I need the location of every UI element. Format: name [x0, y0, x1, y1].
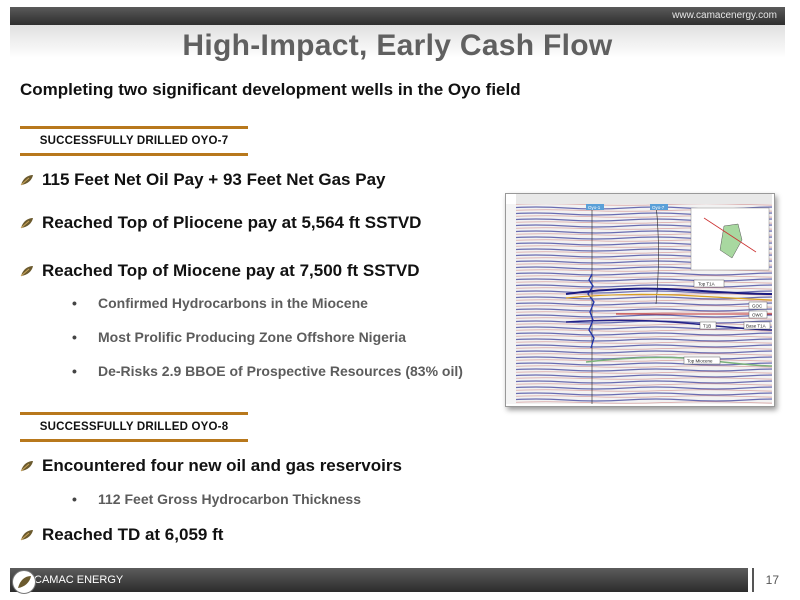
bullet-text: Reached Top of Miocene pay at 7,500 ft S…	[42, 261, 420, 280]
horizon-label: Top T1A	[698, 282, 715, 287]
sub-bullet-text: Confirmed Hydrocarbons in the Miocene	[98, 295, 368, 311]
top-bar: www.camacenergy.com	[10, 7, 785, 25]
well-label: Oyo-1	[588, 205, 601, 210]
leaf-bullet-icon	[20, 461, 33, 472]
footer-bar: CAMAC ENERGY	[10, 568, 748, 592]
bullet-item: Reached Top of Miocene pay at 7,500 ft S…	[20, 261, 420, 281]
page-number-box: 17	[752, 568, 787, 592]
slide-subtitle: Completing two significant development w…	[20, 80, 521, 99]
sub-bullet-text: Most Prolific Producing Zone Offshore Ni…	[98, 329, 407, 345]
horizon-label: Top Miocene	[687, 359, 713, 364]
sub-bullet-item: • Confirmed Hydrocarbons in the Miocene	[72, 294, 472, 312]
well-label: Oyo-7	[652, 205, 665, 210]
website-url: www.camacenergy.com	[672, 10, 777, 21]
dot-bullet-icon: •	[72, 295, 77, 311]
leaf-bullet-icon	[20, 175, 33, 186]
section-label-oyo8: SUCCESSFULLY DRILLED OYO-8	[20, 412, 248, 442]
dot-bullet-icon: •	[72, 491, 77, 507]
sub-bullet-item: • 112 Feet Gross Hydrocarbon Thickness	[72, 490, 472, 508]
bullet-item: Reached TD at 6,059 ft	[20, 525, 223, 545]
leaf-bullet-icon	[20, 266, 33, 277]
dot-bullet-icon: •	[72, 363, 77, 379]
camac-logo-icon	[12, 570, 36, 594]
slide-title: High-Impact, Early Cash Flow	[182, 29, 613, 62]
seismic-section-image: Oyo-1 Oyo-7 Top T1A GOC OWC T1B Base T1A…	[505, 193, 775, 407]
bullet-item: Encountered four new oil and gas reservo…	[20, 456, 402, 476]
leaf-bullet-icon	[20, 218, 33, 229]
bullet-text: 115 Feet Net Oil Pay + 93 Feet Net Gas P…	[42, 170, 386, 189]
company-name: CAMAC ENERGY	[34, 574, 124, 586]
bullet-text: Encountered four new oil and gas reservo…	[42, 456, 402, 475]
seismic-graphic: Oyo-1 Oyo-7 Top T1A GOC OWC T1B Base T1A…	[506, 194, 774, 406]
title-band: High-Impact, Early Cash Flow	[10, 25, 785, 72]
bullet-text: Reached TD at 6,059 ft	[42, 525, 224, 544]
bullet-item: Reached Top of Pliocene pay at 5,564 ft …	[20, 213, 421, 233]
horizon-label: GOC	[752, 304, 763, 309]
bullet-item: 115 Feet Net Oil Pay + 93 Feet Net Gas P…	[20, 170, 386, 190]
dot-bullet-icon: •	[72, 329, 77, 345]
bullet-text: Reached Top of Pliocene pay at 5,564 ft …	[42, 213, 422, 232]
sub-bullet-text: De-Risks 2.9 BBOE of Prospective Resourc…	[98, 363, 463, 379]
sub-bullet-item: • De-Risks 2.9 BBOE of Prospective Resou…	[72, 362, 472, 380]
page-number: 17	[765, 573, 779, 587]
section-label-oyo7: SUCCESSFULLY DRILLED OYO-7	[20, 126, 248, 156]
horizon-label: Base T1A	[746, 324, 766, 329]
sub-bullet-item: • Most Prolific Producing Zone Offshore …	[72, 328, 472, 346]
sub-bullet-text: 112 Feet Gross Hydrocarbon Thickness	[98, 491, 361, 507]
horizon-label: T1B	[703, 324, 711, 329]
horizon-label: OWC	[752, 313, 764, 318]
leaf-bullet-icon	[20, 530, 33, 541]
